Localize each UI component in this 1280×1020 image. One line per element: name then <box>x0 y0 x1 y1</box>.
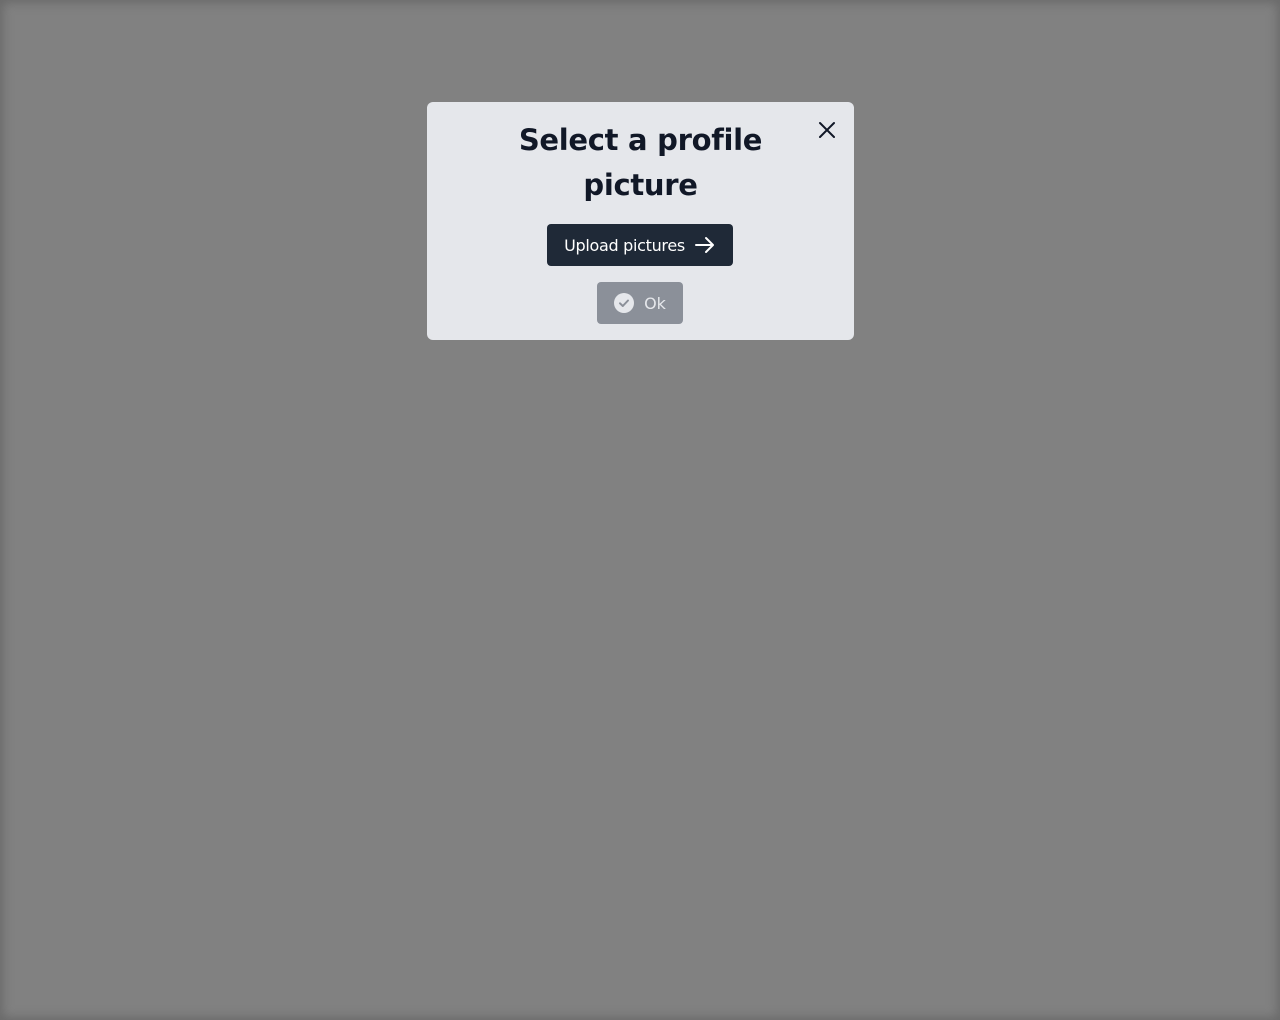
close-button[interactable] <box>816 119 838 141</box>
upload-pictures-label: Upload pictures <box>564 235 685 255</box>
ok-button[interactable]: Ok <box>597 282 683 324</box>
ok-label: Ok <box>644 293 666 313</box>
dialog-title: Select a profile picture <box>518 123 763 202</box>
arrow-right-icon <box>694 236 716 254</box>
upload-pictures-button[interactable]: Upload pictures <box>547 224 733 266</box>
close-icon <box>818 121 836 139</box>
check-circle-icon <box>614 293 635 313</box>
profile-picture-dialog: Select a profile picture Upload pictures… <box>427 102 854 340</box>
